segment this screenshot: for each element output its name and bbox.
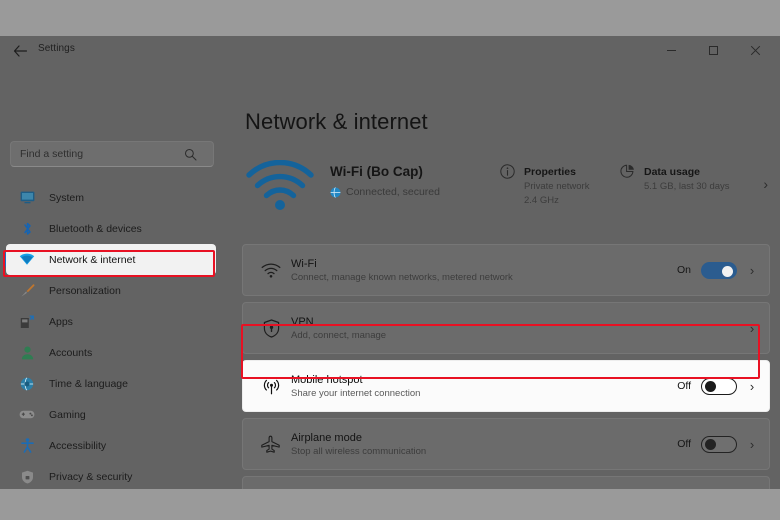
sidebar-item-system[interactable]: System	[0, 182, 228, 213]
maximize-button[interactable]	[692, 36, 734, 64]
row-proxy[interactable]: Proxy Proxy server for Wi-Fi and Etherne…	[242, 476, 770, 489]
mobile-hotspot-icon	[251, 378, 291, 395]
sidebar-item-network-internet[interactable]: Network & internet	[6, 244, 216, 275]
sidebar-item-label: Time & language	[49, 378, 128, 390]
wifi-large-icon	[246, 160, 314, 212]
row-mobile-hotspot[interactable]: Mobile hotspot Share your internet conne…	[242, 360, 770, 412]
row-state-label: Off	[677, 380, 691, 392]
sidebar-item-apps[interactable]: Apps	[0, 306, 228, 337]
sidebar-item-label: Bluetooth & devices	[49, 223, 142, 235]
row-wifi[interactable]: Wi-Fi Connect, manage known networks, me…	[242, 244, 770, 296]
sidebar-item-label: Personalization	[49, 285, 121, 297]
sidebar-item-label: Apps	[49, 316, 73, 328]
page-title: Network & internet	[245, 109, 428, 135]
sidebar-nav: System Bluetooth & devices	[0, 182, 228, 489]
chevron-right-icon[interactable]: ›	[747, 379, 757, 394]
title-bar: Settings	[0, 36, 780, 66]
chevron-right-icon[interactable]: ›	[747, 437, 757, 452]
info-icon	[500, 164, 515, 208]
screenshot-root: Settings	[0, 0, 780, 520]
network-summary-card[interactable]: Wi-Fi (Bo Cap) Connected, secured	[242, 154, 770, 222]
row-vpn-controls: ›	[747, 321, 769, 336]
row-wifi-text: Wi-Fi Connect, manage known networks, me…	[291, 258, 677, 283]
network-status: Connected, secured	[330, 186, 440, 198]
row-mobile-hotspot-controls: Off ›	[677, 378, 769, 395]
row-title: VPN	[291, 316, 747, 328]
data-usage-amount: 5.1 GB, last 30 days	[644, 180, 730, 194]
row-airplane-mode-text: Airplane mode Stop all wireless communic…	[291, 432, 677, 457]
settings-rows: Wi-Fi Connect, manage known networks, me…	[242, 244, 770, 489]
network-name: Wi-Fi (Bo Cap)	[330, 164, 423, 179]
row-title: Airplane mode	[291, 432, 677, 444]
row-subtitle: Connect, manage known networks, metered …	[291, 272, 677, 283]
data-usage-link[interactable]: Data usage 5.1 GB, last 30 days	[620, 162, 730, 194]
row-wifi-controls: On ›	[677, 262, 769, 279]
row-subtitle: Share your internet connection	[291, 388, 677, 399]
settings-window: Settings	[0, 36, 780, 489]
sidebar-item-label: Accounts	[49, 347, 92, 359]
row-vpn-text: VPN Add, connect, manage	[291, 316, 747, 341]
search-box[interactable]	[10, 141, 214, 167]
globe-icon	[330, 187, 341, 198]
wifi-icon	[251, 263, 291, 278]
network-status-label: Connected, secured	[346, 186, 440, 198]
sidebar-item-label: System	[49, 192, 84, 204]
row-mobile-hotspot-text: Mobile hotspot Share your internet conne…	[291, 374, 677, 399]
properties-link[interactable]: Properties Private network 2.4 GHz	[500, 162, 589, 208]
mobile-hotspot-toggle[interactable]	[701, 378, 737, 395]
network-wifi-icon	[16, 251, 38, 269]
chevron-right-icon[interactable]: ›	[747, 263, 757, 278]
row-state-label: Off	[677, 438, 691, 450]
sidebar-item-label: Gaming	[49, 409, 86, 421]
bluetooth-icon	[16, 220, 38, 238]
back-arrow-icon[interactable]	[8, 40, 32, 62]
paintbrush-icon	[16, 282, 38, 300]
chevron-right-icon[interactable]: ›	[747, 321, 757, 336]
properties-network-type: Private network	[524, 180, 589, 194]
sidebar-item-label: Privacy & security	[49, 471, 132, 483]
airplane-mode-toggle[interactable]	[701, 436, 737, 453]
sidebar-item-accounts[interactable]: Accounts	[0, 337, 228, 368]
sidebar-item-privacy-security[interactable]: Privacy & security	[0, 461, 228, 489]
sidebar-item-bluetooth-devices[interactable]: Bluetooth & devices	[0, 213, 228, 244]
search-input[interactable]	[11, 142, 179, 166]
row-state-label: On	[677, 264, 691, 276]
person-icon	[16, 344, 38, 362]
sidebar-item-label: Network & internet	[49, 254, 135, 266]
sidebar-item-time-language[interactable]: Time & language	[0, 368, 228, 399]
row-subtitle: Stop all wireless communication	[291, 446, 677, 457]
search-icon	[179, 143, 201, 165]
app-title: Settings	[38, 43, 75, 54]
monitor-icon	[16, 189, 38, 207]
shield-lock-icon	[16, 468, 38, 486]
accessibility-icon	[16, 437, 38, 455]
apps-icon	[16, 313, 38, 331]
pie-chart-icon	[620, 164, 635, 194]
sidebar-item-label: Accessibility	[49, 440, 106, 452]
close-button[interactable]	[734, 36, 776, 64]
row-subtitle: Add, connect, manage	[291, 330, 747, 341]
chevron-right-icon[interactable]: ›	[763, 176, 768, 192]
sidebar: System Bluetooth & devices	[0, 70, 228, 489]
properties-title: Properties	[524, 166, 576, 178]
vpn-shield-icon	[251, 319, 291, 338]
gamepad-icon	[16, 406, 38, 424]
sidebar-item-accessibility[interactable]: Accessibility	[0, 430, 228, 461]
row-airplane-mode[interactable]: Airplane mode Stop all wireless communic…	[242, 418, 770, 470]
sidebar-item-gaming[interactable]: Gaming	[0, 399, 228, 430]
row-title: Mobile hotspot	[291, 374, 677, 386]
minimize-button[interactable]	[650, 36, 692, 64]
globe-clock-icon	[16, 375, 38, 393]
airplane-icon	[251, 435, 291, 454]
properties-band: 2.4 GHz	[524, 194, 589, 208]
data-usage-title: Data usage	[644, 166, 700, 178]
wifi-toggle[interactable]	[701, 262, 737, 279]
row-vpn[interactable]: VPN Add, connect, manage ›	[242, 302, 770, 354]
sidebar-item-personalization[interactable]: Personalization	[0, 275, 228, 306]
row-title: Wi-Fi	[291, 258, 677, 270]
row-airplane-mode-controls: Off ›	[677, 436, 769, 453]
main-content: Network & internet Wi-Fi (Bo Cap)	[228, 66, 780, 489]
